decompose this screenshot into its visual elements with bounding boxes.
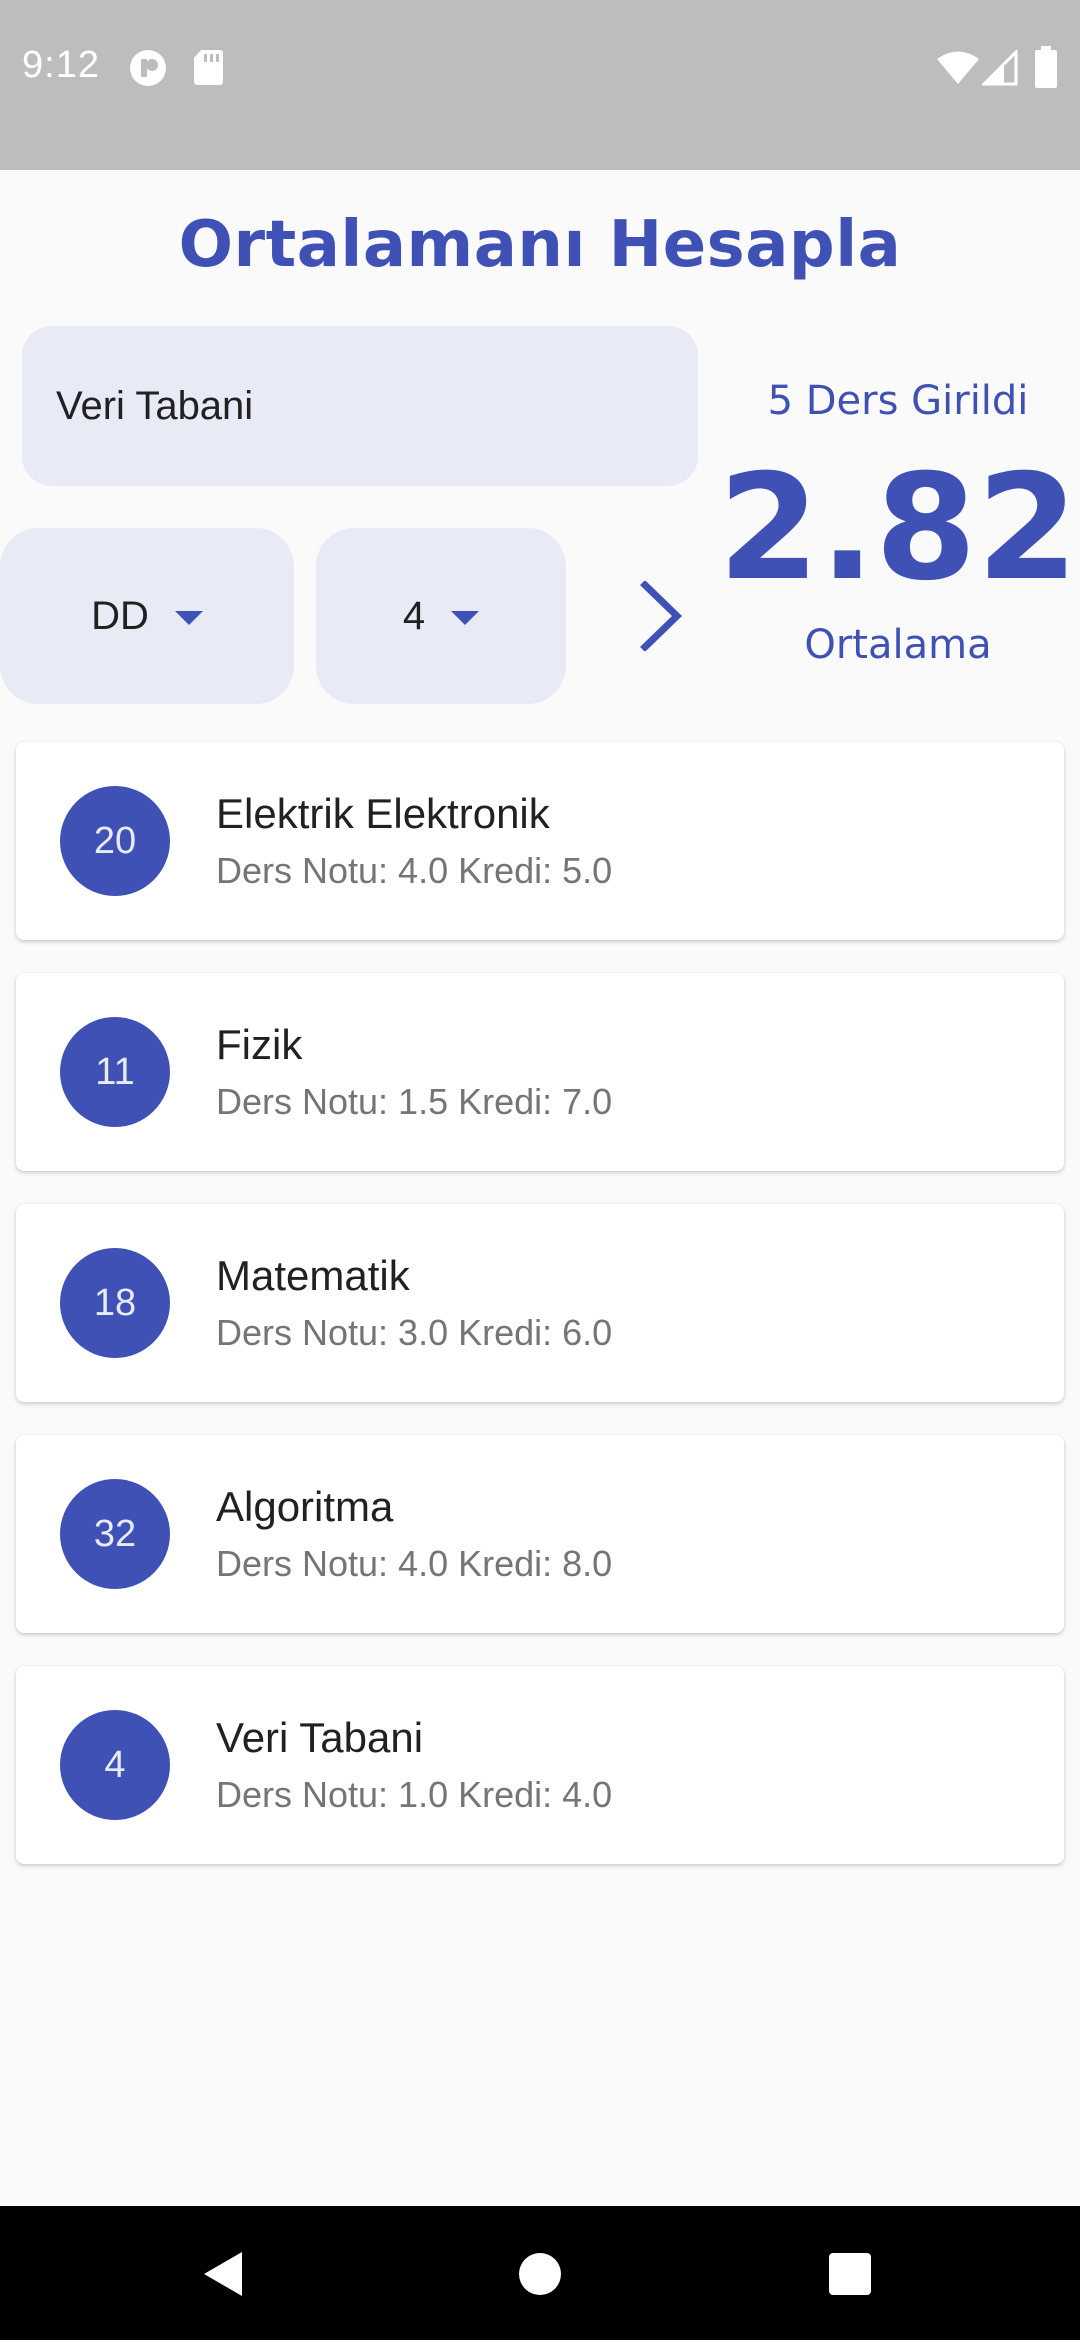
average-value: 2.82: [718, 443, 1079, 613]
course-name: Matematik: [216, 1252, 410, 1299]
course-credit-avatar: 20: [60, 786, 170, 896]
recents-icon[interactable]: [822, 2246, 878, 2302]
grade-dropdown[interactable]: DD: [0, 528, 294, 704]
course-name-input[interactable]: Veri Tabani: [22, 326, 698, 486]
course-name-input-value: Veri Tabani: [56, 383, 254, 428]
credit-dropdown[interactable]: 4: [316, 528, 566, 704]
caret-down-icon: [451, 611, 480, 625]
chevron-right-icon: [640, 581, 683, 651]
caret-down-icon: [174, 611, 203, 625]
average-label: Ortalama: [804, 622, 992, 668]
course-detail: Ders Notu: 1.0 Kredi: 4.0: [216, 1774, 613, 1815]
course-name: Fizik: [216, 1021, 303, 1068]
course-detail: Ders Notu: 1.5 Kredi: 7.0: [216, 1081, 613, 1122]
wifi-icon: [936, 50, 980, 91]
course-name: Algoritma: [216, 1483, 394, 1530]
credit-dropdown-value: 4: [402, 593, 426, 638]
course-credit-avatar: 32: [60, 1479, 170, 1589]
home-icon[interactable]: [512, 2246, 568, 2302]
signal-icon: [980, 48, 1018, 91]
course-list-item[interactable]: 32 Algoritma Ders Notu: 4.0 Kredi: 8.0: [16, 1435, 1064, 1633]
status-bar: 9:12: [0, 0, 1080, 170]
back-icon[interactable]: [196, 2246, 252, 2302]
system-nav-bar: [0, 2206, 1080, 2340]
course-detail: Ders Notu: 4.0 Kredi: 8.0: [216, 1543, 613, 1584]
course-credit-avatar: 18: [60, 1248, 170, 1358]
course-credit-avatar: 11: [60, 1017, 170, 1127]
course-list-item[interactable]: 18 Matematik Ders Notu: 3.0 Kredi: 6.0: [16, 1204, 1064, 1402]
course-detail: Ders Notu: 4.0 Kredi: 5.0: [216, 850, 613, 891]
course-list-item[interactable]: 4 Veri Tabani Ders Notu: 1.0 Kredi: 4.0: [16, 1666, 1064, 1864]
course-count-text: 5 Ders Girildi: [767, 378, 1029, 424]
status-time: 9:12: [22, 44, 100, 86]
privacy-dot-icon: [128, 48, 168, 93]
course-detail: Ders Notu: 3.0 Kredi: 6.0: [216, 1312, 613, 1353]
sd-card-icon: [192, 48, 224, 91]
page-title: Ortalamanı Hesapla: [178, 208, 902, 282]
course-list-item[interactable]: 20 Elektrik Elektronik Ders Notu: 4.0 Kr…: [16, 742, 1064, 940]
course-list-item[interactable]: 11 Fizik Ders Notu: 1.5 Kredi: 7.0: [16, 973, 1064, 1171]
add-course-button[interactable]: [620, 570, 700, 662]
course-credit-avatar: 4: [60, 1710, 170, 1820]
grade-dropdown-value: DD: [91, 593, 149, 638]
course-list: 20 Elektrik Elektronik Ders Notu: 4.0 Kr…: [16, 742, 1064, 1897]
course-name: Veri Tabani: [216, 1714, 424, 1761]
battery-icon: [1034, 46, 1058, 93]
course-name: Elektrik Elektronik: [216, 790, 550, 837]
